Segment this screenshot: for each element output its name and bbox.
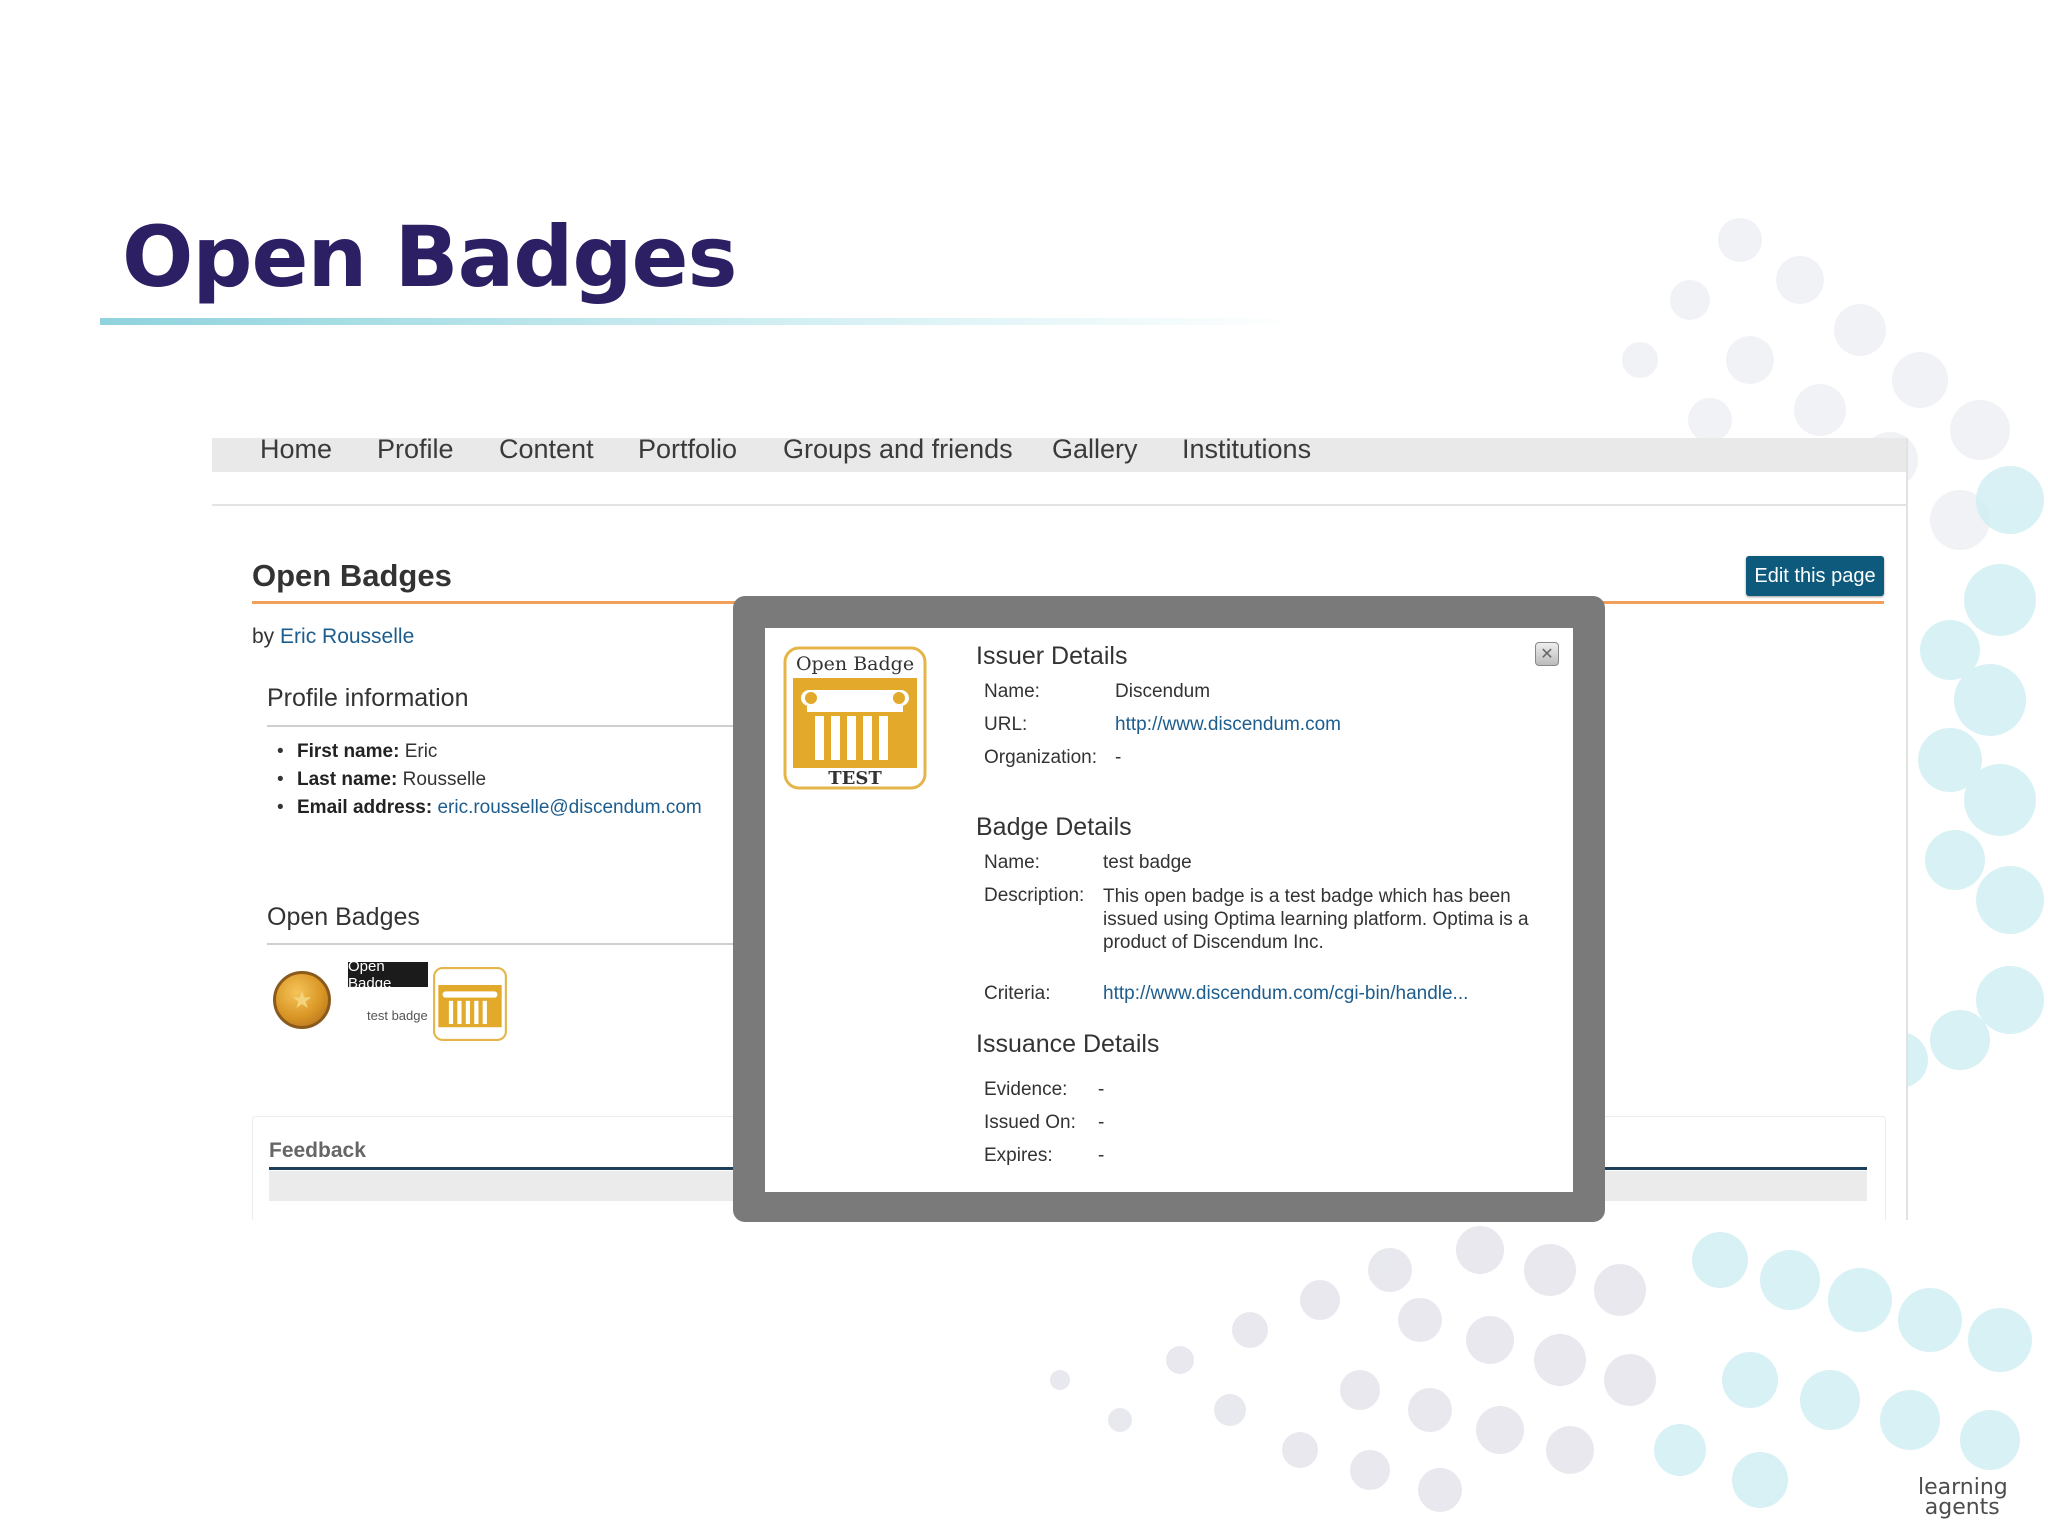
nav-home[interactable]: Home — [260, 438, 332, 465]
last-name-label: Last name: — [297, 769, 398, 790]
issuer-url-link[interactable]: http://www.discendum.com — [1115, 714, 1341, 736]
test-badge-thumbnail-icon[interactable] — [432, 964, 508, 1044]
issued-on-label: Issued On: — [984, 1112, 1076, 1133]
first-name-value: Eric — [404, 741, 438, 762]
email-link[interactable]: eric.rousselle@discendum.com — [437, 797, 701, 818]
badge-criteria-label: Criteria: — [984, 983, 1051, 1004]
issuer-details-title: Issuer Details — [976, 642, 1128, 670]
profile-section-title: Profile information — [267, 684, 469, 712]
learning-agents-logo: learning agents — [1918, 1477, 2008, 1520]
page-title: Open Badges — [252, 558, 452, 593]
open-badge-image: Open Badge TEST — [783, 646, 927, 790]
expires-label: Expires: — [984, 1145, 1053, 1166]
edit-page-button[interactable]: Edit this page — [1746, 556, 1884, 596]
issuer-name-value: Discendum — [1115, 681, 1211, 702]
badge-criteria-link[interactable]: http://www.discendum.com/cgi-bin/handle.… — [1103, 983, 1468, 1005]
profile-last-name: Last name: Rousselle — [267, 766, 702, 794]
email-label: Email address: — [297, 797, 433, 818]
issuer-org-label: Organization: — [984, 747, 1098, 768]
nav-groups-and-friends[interactable]: Groups and friends — [783, 438, 1013, 465]
modal-content: ✕ Open Badge TEST Issuer Details Name: D… — [765, 628, 1573, 1192]
close-icon[interactable]: ✕ — [1535, 642, 1559, 666]
issuer-org-value: - — [1115, 747, 1122, 768]
evidence-label: Evidence: — [984, 1079, 1068, 1100]
badge-image-label: TEST — [828, 768, 882, 789]
issuer-url-label: URL: — [984, 714, 1028, 735]
badge-caption: test badge — [367, 1008, 428, 1023]
nav-gallery[interactable]: Gallery — [1052, 438, 1138, 465]
byline-prefix: by — [252, 625, 275, 648]
badge-name-value: test badge — [1103, 852, 1192, 873]
byline: by Eric Rousselle — [252, 625, 414, 649]
issued-on-value: - — [1098, 1112, 1105, 1133]
logo-line2: agents — [1924, 1495, 2000, 1520]
profile-first-name: First name: Eric — [267, 738, 702, 766]
evidence-value: - — [1098, 1079, 1105, 1100]
nav-institutions[interactable]: Institutions — [1182, 438, 1311, 465]
nav-portfolio[interactable]: Portfolio — [638, 438, 737, 465]
medal-badge-icon[interactable]: ★ — [273, 971, 331, 1029]
nav-profile[interactable]: Profile — [377, 438, 454, 465]
title-underline — [100, 318, 1300, 325]
last-name-value: Rousselle — [402, 769, 487, 790]
first-name-label: First name: — [297, 741, 400, 762]
badge-image-title: Open Badge — [796, 653, 914, 675]
nav-content[interactable]: Content — [499, 438, 594, 465]
profile-email: Email address: eric.rousselle@discendum.… — [267, 794, 702, 822]
slide-title: Open Badges — [122, 208, 737, 306]
badge-desc-value: This open badge is a test badge which ha… — [1103, 886, 1529, 953]
badge-details-title: Badge Details — [976, 813, 1132, 841]
top-nav: Home Profile Content Portfolio Groups an… — [212, 438, 1906, 472]
badge-details-modal: ✕ Open Badge TEST Issuer Details Name: D… — [733, 596, 1605, 1222]
issuer-name-label: Name: — [984, 681, 1040, 702]
profile-list: First name: Eric Last name: Rousselle Em… — [267, 738, 702, 822]
profile-section-rule — [267, 725, 787, 727]
badges-section-title: Open Badges — [267, 903, 420, 931]
badge-name-label: Name: — [984, 852, 1040, 873]
issuance-details-title: Issuance Details — [976, 1030, 1160, 1058]
badge-desc-label: Description: — [984, 885, 1085, 906]
feedback-title: Feedback — [269, 1139, 366, 1162]
expires-value: - — [1098, 1145, 1105, 1166]
nav-divider — [212, 504, 1906, 506]
badges-section-rule — [267, 943, 787, 945]
badge-tag: Open Badge — [348, 958, 428, 992]
author-link[interactable]: Eric Rousselle — [280, 625, 414, 648]
